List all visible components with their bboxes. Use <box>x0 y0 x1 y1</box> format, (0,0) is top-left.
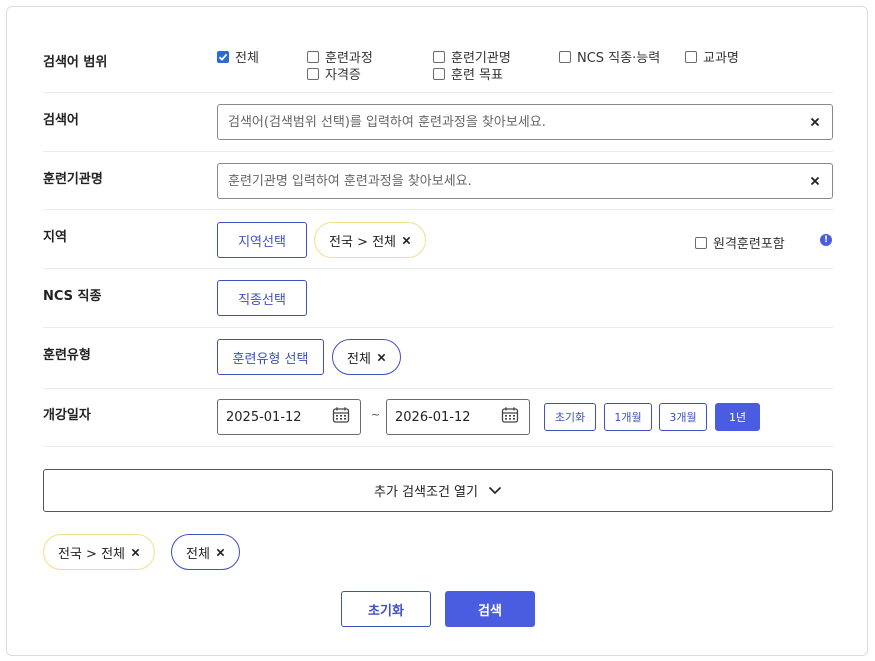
scope-option-subject[interactable]: 교과명 <box>685 47 739 66</box>
date-preset-reset-button[interactable]: 초기화 <box>544 403 596 431</box>
checkbox-icon[interactable] <box>217 50 229 63</box>
institution-label: 훈련기관명 <box>43 172 103 187</box>
training-type-row: 훈련유형 훈련유형 선택 전체 <box>43 328 833 389</box>
scope-row: 검색어 범위 전체 훈련과정 자격증 훈련기관명 훈련 목표 NCS 직종·능력… <box>43 35 833 93</box>
scope-option-certificate[interactable]: 자격증 <box>307 64 361 83</box>
search-button[interactable]: 검색 <box>445 591 535 627</box>
scope-option-ncs[interactable]: NCS 직종·능력 <box>559 47 660 66</box>
training-type-select-button[interactable]: 훈련유형 선택 <box>217 339 324 375</box>
scope-option-label: NCS 직종·능력 <box>577 51 661 66</box>
training-type-chip: 전체 <box>332 339 401 375</box>
selected-chip-label: 전국 > 전체 <box>58 546 125 562</box>
keyword-label: 검색어 <box>43 113 79 128</box>
scope-option-label: 전체 <box>235 51 259 66</box>
selected-chip: 전국 > 전체 <box>43 534 155 570</box>
checkbox-icon[interactable] <box>695 236 707 249</box>
expand-conditions-button[interactable]: 추가 검색조건 열기 <box>43 469 833 512</box>
chevron-down-icon <box>488 486 502 495</box>
calendar-icon[interactable] <box>501 406 519 428</box>
ncs-label: NCS 직종 <box>43 289 102 304</box>
remove-chip-icon[interactable] <box>131 548 140 557</box>
date-to-field[interactable]: 2026-01-12 <box>386 399 530 435</box>
keyword-input[interactable] <box>228 114 808 130</box>
institution-input[interactable] <box>228 173 808 189</box>
training-type-chip-label: 전체 <box>347 351 371 367</box>
date-from-value: 2025-01-12 <box>226 409 302 425</box>
remote-training-label: 원격훈련포함 <box>713 237 785 252</box>
clear-icon[interactable] <box>808 174 822 188</box>
scope-label: 검색어 범위 <box>43 55 108 70</box>
ncs-row: NCS 직종 직종선택 <box>43 269 833 328</box>
scope-option-all[interactable]: 전체 <box>217 47 259 66</box>
institution-field[interactable] <box>217 163 833 199</box>
calendar-icon[interactable] <box>332 406 350 428</box>
training-type-label: 훈련유형 <box>43 348 91 363</box>
keyword-field[interactable] <box>217 104 833 140</box>
checkbox-icon[interactable] <box>307 50 319 63</box>
date-preset-3month-button[interactable]: 3개월 <box>659 403 707 431</box>
remove-chip-icon[interactable] <box>402 236 411 245</box>
checkbox-icon[interactable] <box>685 50 697 63</box>
region-row: 지역 지역선택 전국 > 전체 원격훈련포함 ! <box>43 210 833 269</box>
clear-icon[interactable] <box>808 115 822 129</box>
date-separator: ~ <box>371 408 381 421</box>
region-select-button[interactable]: 지역선택 <box>217 222 307 258</box>
info-icon[interactable]: ! <box>820 234 832 246</box>
region-label: 지역 <box>43 230 67 245</box>
checkbox-icon[interactable] <box>433 50 445 63</box>
scope-option-goal[interactable]: 훈련 목표 <box>433 64 503 83</box>
scope-option-label: 자격증 <box>325 68 361 83</box>
region-chip-label: 전국 > 전체 <box>329 234 396 250</box>
start-date-row: 개강일자 2025-01-12 ~ 2026-01-12 초기화 1개월 3개월… <box>43 389 833 447</box>
checkbox-icon[interactable] <box>307 67 319 80</box>
date-to-value: 2026-01-12 <box>395 409 471 425</box>
ncs-select-button[interactable]: 직종선택 <box>217 280 307 316</box>
expand-conditions-label: 추가 검색조건 열기 <box>374 485 478 500</box>
region-chip: 전국 > 전체 <box>314 222 426 258</box>
keyword-row: 검색어 <box>43 93 833 152</box>
search-panel: 검색어 범위 전체 훈련과정 자격증 훈련기관명 훈련 목표 NCS 직종·능력… <box>6 6 868 656</box>
remove-chip-icon[interactable] <box>216 548 225 557</box>
date-preset-1month-button[interactable]: 1개월 <box>604 403 652 431</box>
checkbox-icon[interactable] <box>559 50 571 63</box>
date-from-field[interactable]: 2025-01-12 <box>217 399 361 435</box>
remote-training-checkbox[interactable]: 원격훈련포함 <box>695 233 785 252</box>
selected-chip: 전체 <box>171 534 240 570</box>
date-preset-1year-button[interactable]: 1년 <box>715 403 760 431</box>
checkbox-icon[interactable] <box>433 67 445 80</box>
scope-option-label: 교과명 <box>703 51 739 66</box>
institution-row: 훈련기관명 <box>43 152 833 210</box>
scope-option-label: 훈련 목표 <box>451 68 503 83</box>
start-date-label: 개강일자 <box>43 408 91 423</box>
reset-button[interactable]: 초기화 <box>341 591 431 627</box>
remove-chip-icon[interactable] <box>377 353 386 362</box>
selected-chip-label: 전체 <box>186 546 210 562</box>
